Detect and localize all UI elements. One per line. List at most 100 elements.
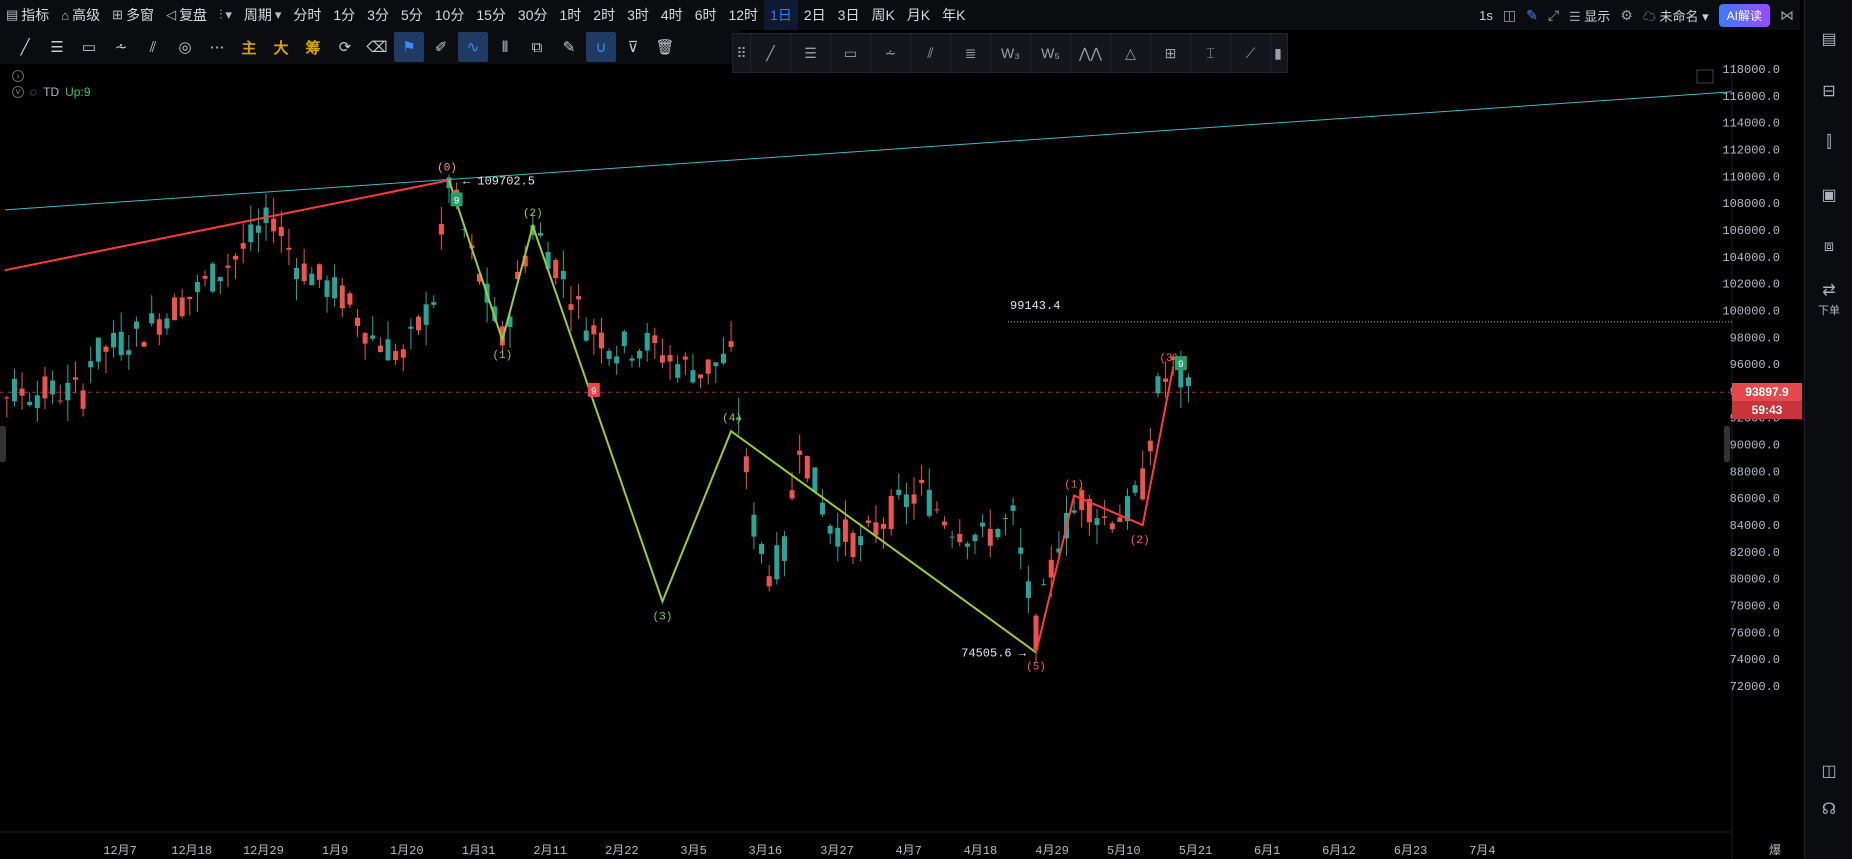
display-button[interactable]: ☰ 显示 [1569,6,1610,25]
timeframe-list: 分时 1分 3分 5分 10分 15分 30分 1时 2时 3时 4时 6时 12时 1日 2日 3日 周K 月K… [287,0,971,30]
chart-area[interactable]: 118000.0 116000.0 114000.0 112000.0 110000.0… [0,64,1800,859]
candle-body [1094,518,1100,525]
headset-icon[interactable]: ☊ [1805,790,1852,828]
timeframe-1[interactable]: 1分 [327,0,361,30]
candle-body [865,520,871,524]
advanced-button[interactable]: ⌂ 高级 [55,0,106,30]
monitor-icon[interactable]: ▣ [1805,176,1852,214]
order-button[interactable]: ⇄ 下单 [1805,280,1852,318]
main-button[interactable]: 主 [234,32,264,62]
timeframe-3[interactable]: 5分 [395,0,429,30]
candle-body [980,522,986,527]
timeframe-17[interactable]: 月K [901,0,936,30]
price-tick-5: 108000.0 [1722,197,1780,211]
price-tick-23: 72000.0 [1730,680,1780,694]
timeframe-14[interactable]: 2日 [798,0,832,30]
timeframe-7[interactable]: 1时 [554,0,588,30]
timeframe-10[interactable]: 4时 [655,0,689,30]
chart-type-dropdown[interactable]: ⫶ ▾ [213,0,238,30]
expand-icon[interactable]: ⤢ [1548,7,1559,24]
candle-body [156,319,162,335]
layout-dropdown[interactable]: ☁ 未命名 ▾ [1643,6,1709,25]
parallel-tool-icon[interactable]: ⫽ [138,32,168,62]
expand-legend-icon[interactable]: › [12,70,24,82]
timeframe-12[interactable]: 12时 [722,0,764,30]
time-tick-2: 12月29 [243,844,284,858]
level-price-label: 99143.4 [1010,299,1060,313]
timeframe-4[interactable]: 10分 [429,0,471,30]
filter-icon[interactable]: ⊽ [618,32,648,62]
trendline-tool-icon[interactable]: ╱ [10,32,40,62]
rewind-icon: ◁ [166,7,177,22]
timeframe-18[interactable]: 年K [936,0,971,30]
candle-body [1155,376,1161,394]
timeframe-16[interactable]: 周K [865,0,900,30]
channel-tool-icon[interactable]: ⩪ [106,32,136,62]
candle-body [34,395,40,409]
pen-icon[interactable]: ✎ [1526,7,1538,24]
candle-body [652,335,658,343]
candle-body [629,358,635,361]
settings-icon[interactable]: ⚙ [1620,7,1633,24]
refresh-interval[interactable]: 1s [1479,8,1493,23]
indicators-button[interactable]: ▤ 指标 [0,0,55,30]
candle-body [705,359,711,374]
time-tick-12: 4月18 [964,844,998,858]
data-icon[interactable]: ⊟ [1805,72,1852,110]
replay-tool-icon[interactable]: ⟳ [330,32,360,62]
chart-analysis-icon[interactable]: ⫿ [1805,124,1852,162]
trash-icon[interactable]: 🗑 [650,32,680,62]
candle-body [942,521,948,526]
share-icon[interactable]: ⋈ [1780,7,1794,24]
candle-body [934,509,940,511]
timeframe-8[interactable]: 2时 [587,0,621,30]
panel-icon[interactable]: ◫ [1805,752,1852,790]
erase-tool-icon[interactable]: ⌫ [362,32,392,62]
watchlist-icon[interactable]: ▤ [1805,20,1852,58]
horizontal-line-tool-icon[interactable]: ☰ [42,32,72,62]
candle-body [598,332,604,349]
timeframe-5[interactable]: 15分 [470,0,512,30]
candle-body [957,533,963,543]
timeframe-2[interactable]: 3分 [361,0,395,30]
grid-icon: ⊞ [112,7,124,22]
magnet-icon[interactable]: ∪ [586,32,616,62]
camera-icon[interactable]: ◫ [1503,7,1516,24]
wave-tool-icon[interactable]: ∿ [458,32,488,62]
replay-button[interactable]: ◁ 复盘 [160,0,213,30]
timeframe-15[interactable]: 3日 [832,0,866,30]
timeframe-9[interactable]: 3时 [621,0,655,30]
timeframe-13[interactable]: 1日 [764,0,798,30]
bar-pattern-icon[interactable]: ⫴ [490,32,520,62]
candle-body [1147,440,1153,452]
ruler-icon[interactable]: ✐ [426,32,456,62]
candle-body [225,265,231,268]
bookmark-icon[interactable]: ⚑ [394,32,424,62]
candle-body [774,545,780,580]
candle-body [743,456,749,473]
rectangle-tool-icon[interactable]: ▭ [74,32,104,62]
timeframe-0[interactable]: 分时 [287,0,327,30]
time-tick-15: 5月21 [1179,844,1213,858]
edit-icon[interactable]: ✎ [554,32,584,62]
ticker-icon[interactable]: ⧈ [1805,228,1852,266]
candle-body [385,339,391,361]
timeframe-11[interactable]: 6时 [689,0,723,30]
candle-body [812,467,818,492]
period-dropdown[interactable]: 周期 ▾ [238,0,288,30]
price-chart[interactable]: 118000.0116000.0114000.0112000.0110000.0… [0,64,1800,859]
multiwindow-button[interactable]: ⊞ 多窗 [106,0,160,30]
candle-body [888,495,894,530]
candle-body [72,377,78,380]
collapse-legend-icon[interactable]: ˅ [12,86,24,98]
copy-icon[interactable]: ⧉ [522,32,552,62]
timeframe-6[interactable]: 30分 [512,0,554,30]
candle-body [377,345,383,352]
ai-interpret-button[interactable]: AI解读 [1718,3,1770,27]
indicator-legend: › ˅ ◌ TD Up:9 [12,68,91,100]
chips-button[interactable]: 筹 [298,32,328,62]
circle-tool-icon[interactable]: ◎ [170,32,200,62]
big-button[interactable]: 大 [266,32,296,62]
more-tools-icon[interactable]: ⋯ [202,32,232,62]
advanced-icon: ⌂ [61,7,70,23]
